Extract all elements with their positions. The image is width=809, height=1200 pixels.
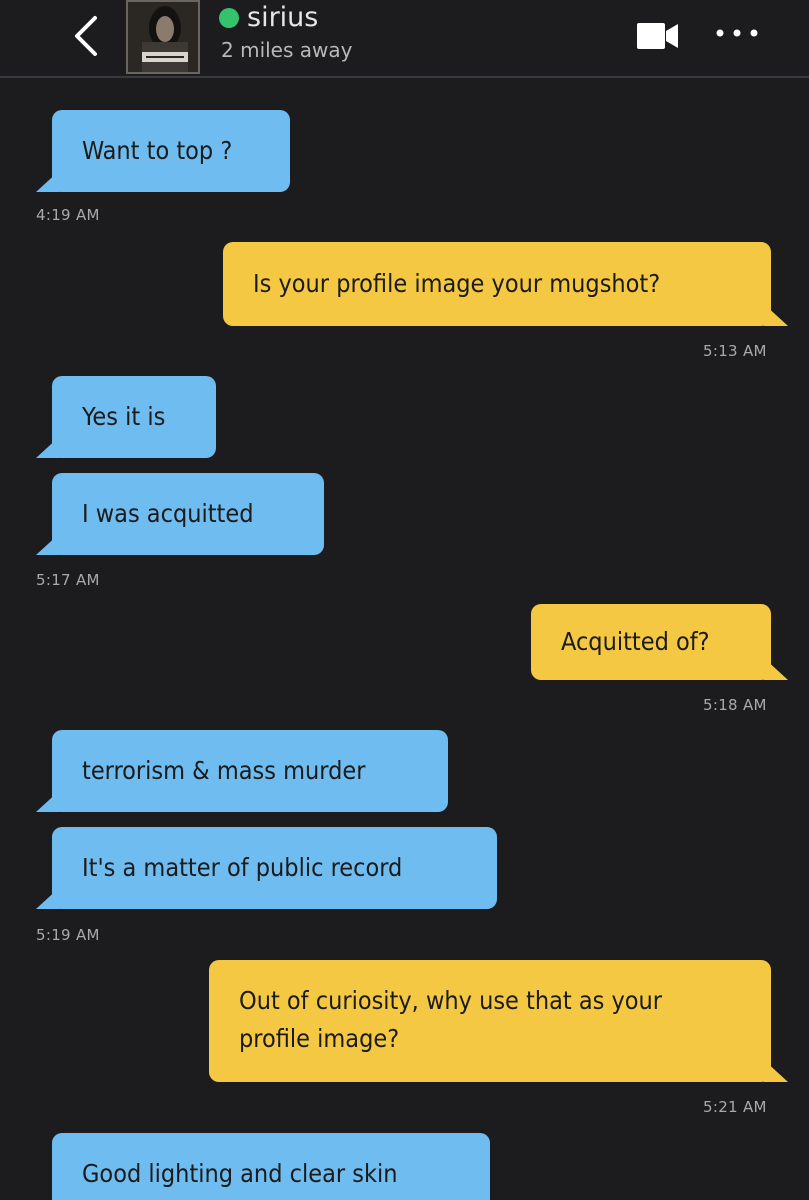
outgoing-message[interactable]: Acquitted of? xyxy=(531,604,771,680)
bubble-tail xyxy=(36,887,60,909)
more-options-button[interactable] xyxy=(712,22,762,44)
bubble-tail xyxy=(764,304,788,326)
video-camera-icon xyxy=(637,23,678,49)
message-timestamp: 5:13 AM xyxy=(703,342,767,360)
outgoing-message[interactable]: Out of curiosity, why use that as your p… xyxy=(209,960,771,1082)
message-timestamp: 5:18 AM xyxy=(703,696,767,714)
outgoing-message[interactable]: Is your profile image your mugshot? xyxy=(223,242,771,326)
message-timestamp: 5:19 AM xyxy=(36,926,100,944)
chat-header: sirius 2 miles away xyxy=(0,0,809,78)
bubble-tail xyxy=(36,170,60,192)
message-text: terrorism & mass murder xyxy=(82,756,366,785)
message-text: Yes it is xyxy=(82,402,166,431)
bubble-tail xyxy=(36,790,60,812)
incoming-message[interactable]: I was acquitted xyxy=(52,473,324,555)
bubble-tail xyxy=(764,1060,788,1082)
incoming-message[interactable]: Yes it is xyxy=(52,376,216,458)
bubble-tail xyxy=(36,436,60,458)
bubble-tail xyxy=(36,533,60,555)
back-button[interactable] xyxy=(64,10,108,62)
message-text: Is your profile image your mugshot? xyxy=(253,269,661,298)
message-timestamp: 5:21 AM xyxy=(703,1098,767,1116)
message-text: It's a matter of public record xyxy=(82,853,403,882)
contact-name[interactable]: sirius xyxy=(247,2,318,33)
message-text: Out of curiosity, why use that as your p… xyxy=(239,986,670,1053)
chevron-left-icon xyxy=(75,16,97,56)
online-status-dot xyxy=(219,8,239,28)
message-text: I was acquitted xyxy=(82,499,254,528)
incoming-message[interactable]: Want to top ? xyxy=(52,110,290,192)
chat-screen: sirius 2 miles away Want to top ? 4:19 A… xyxy=(0,0,809,1200)
incoming-message[interactable]: terrorism & mass murder xyxy=(52,730,448,812)
more-dots-icon xyxy=(716,29,758,37)
message-text: Acquitted of? xyxy=(561,627,710,656)
message-timestamp: 5:17 AM xyxy=(36,571,100,589)
bubble-tail xyxy=(764,658,788,680)
message-timestamp: 4:19 AM xyxy=(36,206,100,224)
message-text: Good lighting and clear skin xyxy=(82,1159,398,1188)
avatar[interactable] xyxy=(126,0,200,74)
incoming-message[interactable]: It's a matter of public record xyxy=(52,827,497,909)
contact-distance: 2 miles away xyxy=(221,38,353,62)
video-call-button[interactable] xyxy=(636,20,680,52)
message-text: Want to top ? xyxy=(82,136,233,165)
incoming-message[interactable]: Good lighting and clear skin xyxy=(52,1133,490,1200)
